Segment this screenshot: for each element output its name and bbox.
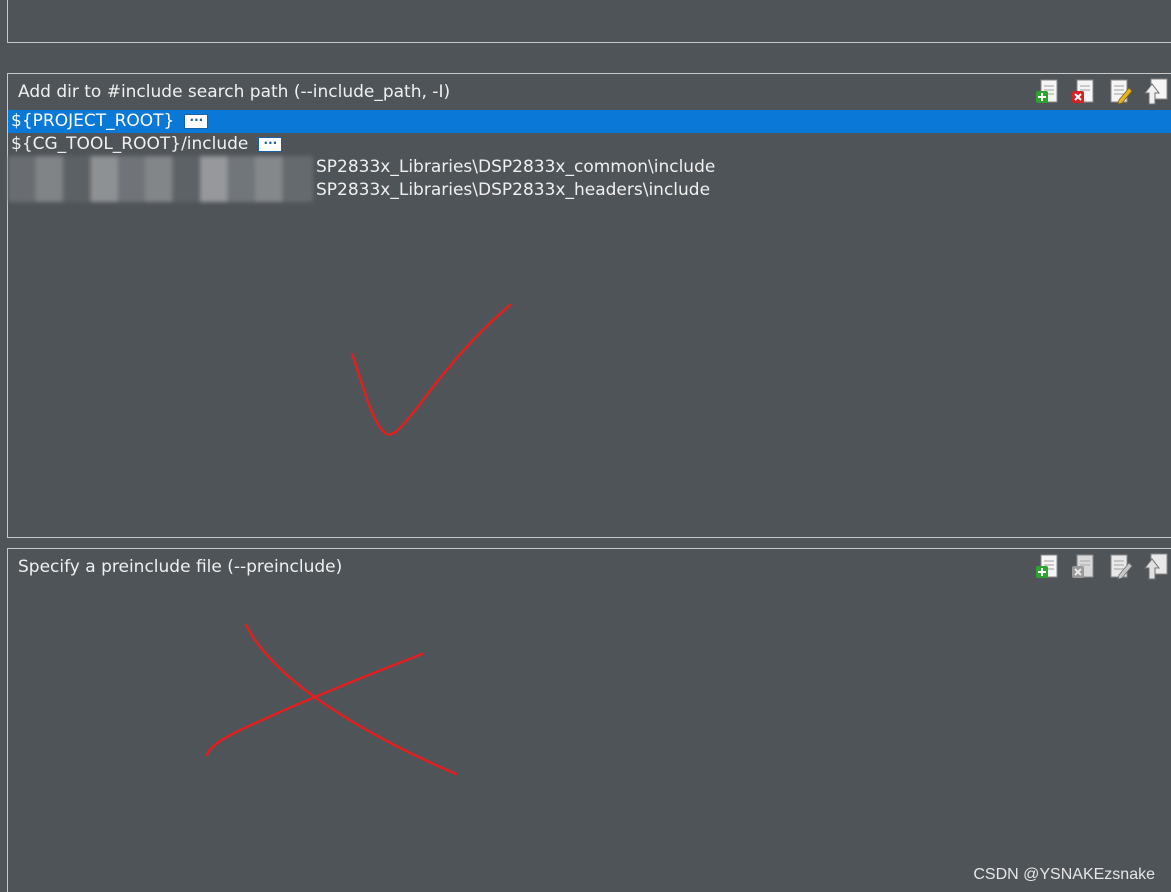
delete-preinclude-button[interactable]	[1071, 553, 1097, 581]
move-up-button[interactable]	[1143, 78, 1169, 106]
list-item-label: SP2833x_Libraries\DSP2833x_headers\inclu…	[316, 180, 711, 200]
delete-file-icon	[1072, 79, 1094, 103]
preinclude-panel: Specify a preinclude file (--preinclude)	[7, 548, 1171, 892]
red-cross-annotation	[205, 623, 458, 776]
move-up-icon	[1143, 78, 1168, 105]
delete-file-icon	[1072, 554, 1094, 578]
list-item[interactable]: SP2833x_Libraries\DSP2833x_common\includ…	[8, 156, 1171, 179]
list-item[interactable]: ${PROJECT_ROOT} ···	[8, 110, 1171, 133]
list-item-label: SP2833x_Libraries\DSP2833x_common\includ…	[316, 157, 716, 177]
include-path-title: Add dir to #include search path (--inclu…	[18, 82, 451, 102]
preinclude-toolbar	[1035, 553, 1169, 581]
list-item[interactable]: ${CG_TOOL_ROOT}/include ···	[8, 133, 1171, 156]
move-up-icon	[1143, 553, 1168, 580]
move-up-preinclude-button[interactable]	[1143, 553, 1169, 581]
obscured-rows: SP2833x_Libraries\DSP2833x_common\includ…	[8, 156, 1171, 202]
edit-preinclude-button[interactable]	[1107, 553, 1133, 581]
browse-button[interactable]: ···	[258, 137, 283, 152]
include-path-list: ${PROJECT_ROOT} ··· ${CG_TOOL_ROOT}/incl…	[8, 110, 1171, 202]
build-settings-page: Add dir to #include search path (--inclu…	[0, 0, 1171, 892]
add-preinclude-button[interactable]	[1035, 553, 1061, 581]
include-path-toolbar	[1035, 78, 1169, 106]
watermark: CSDN @YSNAKEzsnake	[973, 866, 1155, 883]
preinclude-title: Specify a preinclude file (--preinclude)	[18, 557, 343, 577]
list-item[interactable]: SP2833x_Libraries\DSP2833x_headers\inclu…	[8, 179, 1171, 202]
add-file-icon	[1036, 79, 1058, 103]
top-panel	[7, 0, 1171, 43]
list-item-label: ${PROJECT_ROOT}	[11, 111, 175, 131]
browse-button[interactable]: ···	[184, 114, 209, 129]
list-item-label: ${CG_TOOL_ROOT}/include	[11, 134, 249, 154]
add-path-button[interactable]	[1035, 78, 1061, 106]
edit-path-button[interactable]	[1107, 78, 1133, 106]
delete-path-button[interactable]	[1071, 78, 1097, 106]
edit-file-icon	[1110, 554, 1133, 580]
include-path-panel: Add dir to #include search path (--inclu…	[7, 73, 1171, 538]
add-file-icon	[1036, 554, 1058, 578]
edit-file-icon	[1110, 79, 1133, 105]
